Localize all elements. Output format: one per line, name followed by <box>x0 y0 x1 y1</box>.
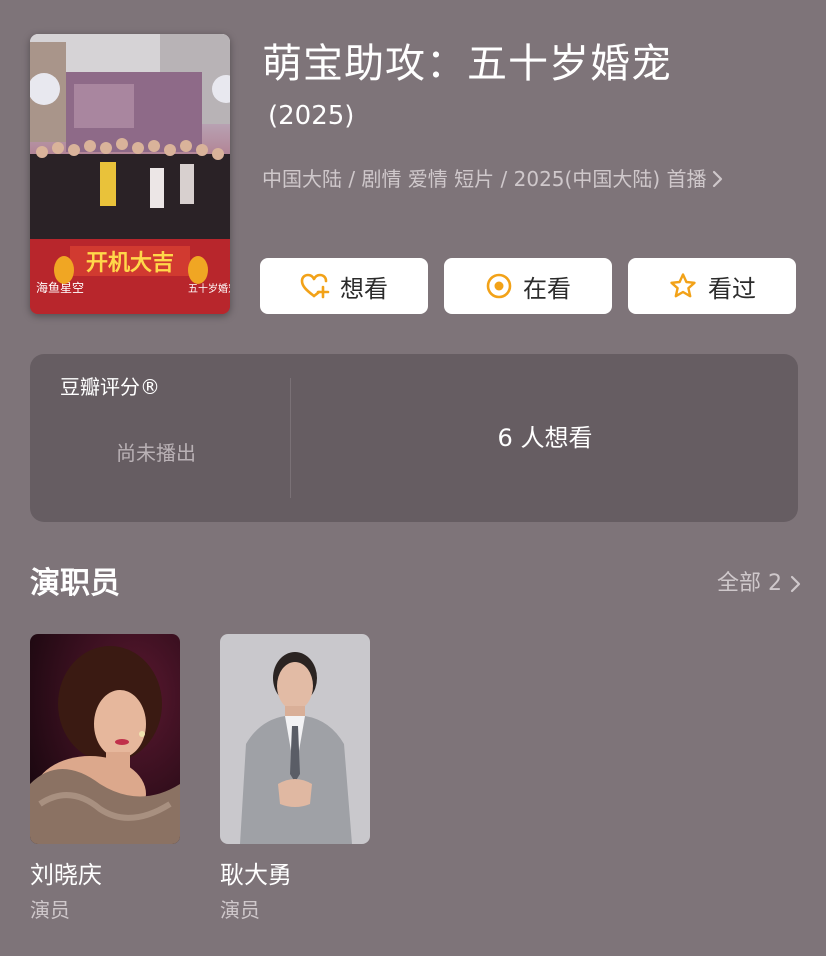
rating-title: 豆瓣评分® <box>60 375 160 399</box>
rating-card: 豆瓣评分® 尚未播出 6 人想看 <box>30 354 798 522</box>
movie-meta-link[interactable]: 中国大陆 / 剧情 爱情 短片 / 2025(中国大陆) 首播 <box>262 164 724 194</box>
want-count: 6 人想看 <box>497 424 593 452</box>
cast-all-link[interactable]: 全部 2 <box>717 568 802 600</box>
rating-divider <box>290 378 291 498</box>
cast-photo <box>220 634 370 844</box>
movie-meta-text: 中国大陆 / 剧情 爱情 短片 / 2025(中国大陆) 首播 <box>262 167 707 191</box>
cast-all-label: 全部 2 <box>717 571 782 596</box>
poster-banner-text: 开机大吉 <box>86 250 174 276</box>
cast-name: 刘晓庆 <box>30 861 102 889</box>
movie-title: 萌宝助攻：五十岁婚宠 <box>262 41 672 87</box>
action-buttons: 想看 在看 看过 <box>260 258 796 314</box>
poster-logo-right: 五十岁婚宠 <box>188 282 230 295</box>
cast-member-card[interactable]: 刘晓庆 演员 <box>30 634 180 924</box>
heart-plus-icon <box>300 273 330 299</box>
movie-year: (2025) <box>268 101 355 131</box>
cast-role: 演员 <box>220 898 260 922</box>
actor-portrait <box>220 634 370 844</box>
watched-button[interactable]: 看过 <box>628 258 796 314</box>
chevron-right-icon <box>713 170 723 188</box>
movie-poster[interactable]: 开机大吉 海鱼星空 五十岁婚宠 <box>30 34 230 314</box>
watching-label: 在看 <box>523 274 571 303</box>
cast-heading: 演职员 <box>30 566 120 601</box>
cast-photo <box>30 634 180 844</box>
chevron-right-icon <box>790 575 801 593</box>
want-to-watch-label: 想看 <box>340 274 388 303</box>
star-icon <box>670 273 696 298</box>
watched-label: 看过 <box>708 274 756 303</box>
cast-role: 演员 <box>30 898 70 922</box>
target-circle-icon <box>486 273 512 299</box>
want-to-watch-button[interactable]: 想看 <box>260 258 428 314</box>
rating-status: 尚未播出 <box>116 441 196 465</box>
poster-image: 开机大吉 海鱼星空 五十岁婚宠 <box>30 34 230 314</box>
cast-name: 耿大勇 <box>220 861 292 889</box>
actor-portrait <box>30 634 180 844</box>
watching-button[interactable]: 在看 <box>444 258 612 314</box>
cast-member-card[interactable]: 耿大勇 演员 <box>220 634 370 924</box>
